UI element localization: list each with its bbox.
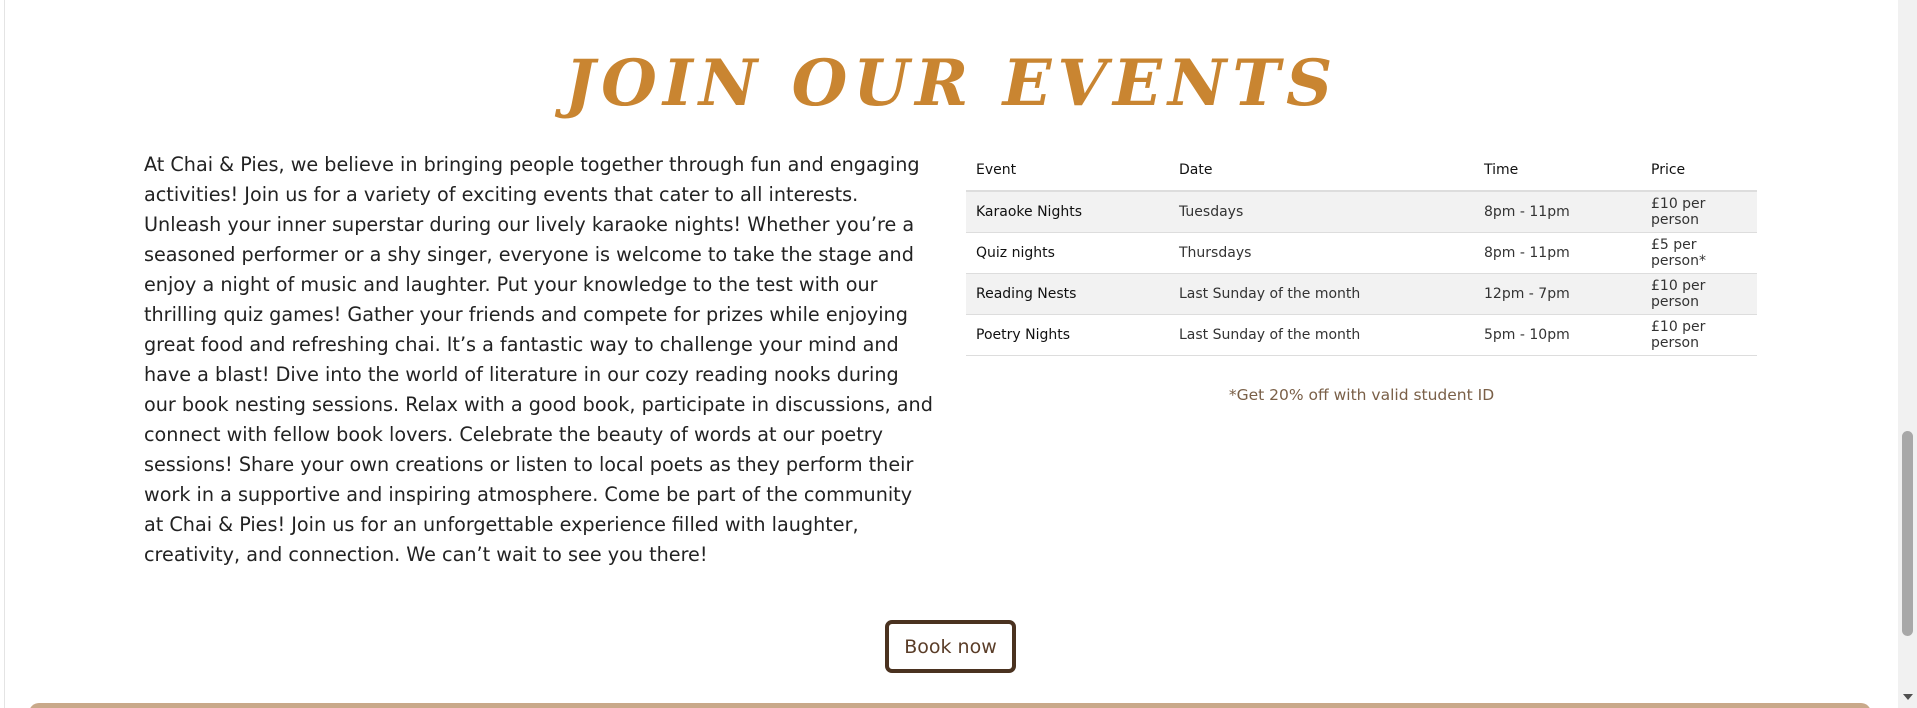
event-name-cell: Quiz nights: [966, 232, 1169, 274]
event-price-cell: £5 per person*: [1641, 232, 1757, 274]
event-date-cell: Last Sunday of the month: [1169, 314, 1474, 356]
table-row: Karaoke Nights Tuesdays 8pm - 11pm £10 p…: [966, 191, 1757, 233]
events-heading: JOIN OUR EVENTS: [564, 46, 1339, 121]
scroll-down-arrow-icon[interactable]: [1903, 694, 1913, 700]
event-price-cell: £10 per person: [1641, 314, 1757, 356]
table-header-event: Event: [966, 150, 1169, 192]
event-time-cell: 5pm - 10pm: [1474, 314, 1641, 356]
book-now-label: Book now: [904, 635, 997, 658]
table-header-date: Date: [1169, 150, 1474, 192]
table-row: Poetry Nights Last Sunday of the month 5…: [966, 314, 1757, 356]
event-date-cell: Last Sunday of the month: [1169, 273, 1474, 315]
vertical-scrollbar[interactable]: [1898, 0, 1917, 708]
footer-strip: [29, 703, 1871, 708]
table-header-row: Event Date Time Price: [966, 150, 1757, 192]
event-time-cell: 8pm - 11pm: [1474, 191, 1641, 233]
student-discount-note: *Get 20% off with valid student ID: [1228, 386, 1495, 404]
scrollbar-thumb[interactable]: [1902, 431, 1913, 636]
table-header-time: Time: [1474, 150, 1641, 192]
event-price-cell: £10 per person: [1641, 191, 1757, 233]
events-intro-text: At Chai & Pies, we believe in bringing p…: [144, 153, 933, 566]
event-time-cell: 12pm - 7pm: [1474, 273, 1641, 315]
table-row: Reading Nests Last Sunday of the month 1…: [966, 273, 1757, 315]
event-name-cell: Reading Nests: [966, 273, 1169, 315]
event-time-cell: 8pm - 11pm: [1474, 232, 1641, 274]
event-date-cell: Tuesdays: [1169, 191, 1474, 233]
event-name-cell: Karaoke Nights: [966, 191, 1169, 233]
events-page: JOIN OUR EVENTS At Chai & Pies, we belie…: [0, 0, 1917, 708]
events-table: Event Date Time Price Karaoke Nights Tue…: [966, 150, 1757, 356]
event-name-cell: Poetry Nights: [966, 314, 1169, 356]
table-header-price: Price: [1641, 150, 1757, 192]
table-row: Quiz nights Thursdays 8pm - 11pm £5 per …: [966, 232, 1757, 274]
event-price-cell: £10 per person: [1641, 273, 1757, 315]
book-now-button[interactable]: Book now: [885, 620, 1016, 673]
event-date-cell: Thursdays: [1169, 232, 1474, 274]
